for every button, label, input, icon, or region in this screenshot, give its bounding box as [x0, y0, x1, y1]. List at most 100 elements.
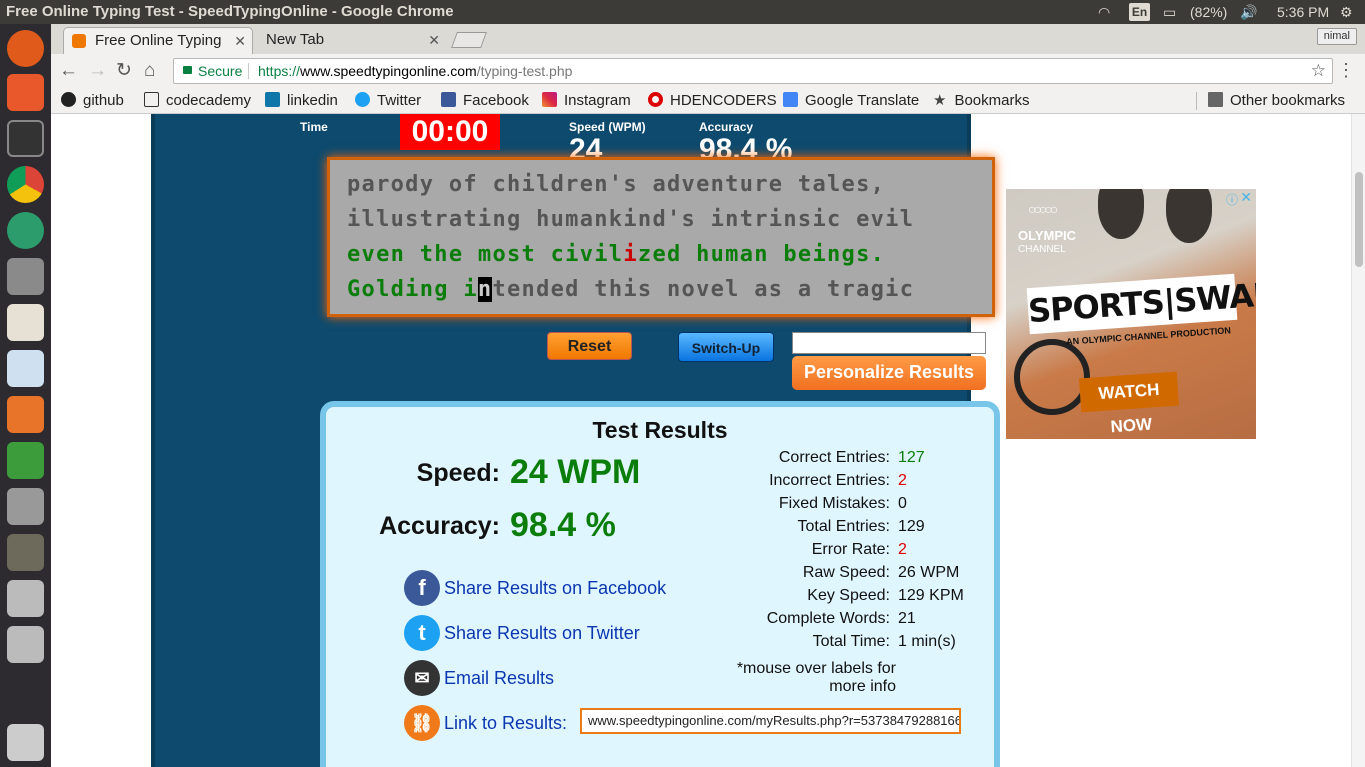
translate-icon: [783, 92, 798, 107]
error-rate-label[interactable]: Error Rate:: [690, 541, 890, 559]
lock-icon: [183, 66, 192, 74]
tab-strip: Free Online Typing ✕ New Tab ✕ nimal: [51, 24, 1365, 54]
chain-link-icon: ⛓: [404, 705, 440, 741]
bookmark-instagram[interactable]: Instagram: [542, 91, 631, 111]
tab-new-tab[interactable]: New Tab ✕: [256, 27, 446, 54]
error-rate-value: 2: [898, 541, 907, 558]
results-link-input[interactable]: www.speedtypingonline.com/myResults.php?…: [580, 708, 961, 734]
bookmark-twitter[interactable]: Twitter: [355, 91, 421, 111]
new-tab-button[interactable]: [451, 32, 487, 48]
personalize-results-button[interactable]: Personalize Results: [792, 356, 986, 390]
total-time-label[interactable]: Total Time:: [690, 633, 890, 651]
profile-button[interactable]: nimal: [1316, 28, 1357, 45]
mouseover-note: *mouse over labels for more info: [696, 660, 896, 696]
page-scrollbar[interactable]: [1351, 114, 1365, 767]
total-entries-value: 129: [898, 518, 925, 535]
bookmark-facebook[interactable]: Facebook: [441, 91, 529, 111]
back-arrow-icon[interactable]: ←: [59, 60, 78, 82]
bookmark-hdencoders[interactable]: HDENCODERS: [648, 91, 777, 111]
typed-error: i: [623, 242, 638, 267]
bookmarks-bar: github codecademy linkedin Twitter Faceb…: [51, 88, 1365, 114]
correct-entries-value: 127: [898, 449, 925, 466]
bookmark-label: Bookmarks: [954, 92, 1030, 109]
ubuntu-dash-icon[interactable]: [7, 30, 44, 67]
bookmark-linkedin[interactable]: linkedin: [265, 91, 338, 111]
forward-arrow-icon[interactable]: →: [88, 60, 107, 82]
address-bar[interactable]: Secure https://www.speedtypingonline.com…: [173, 58, 1333, 84]
keyboard-indicator[interactable]: En: [1129, 3, 1150, 21]
bookmark-label: Instagram: [564, 92, 631, 109]
os-title-bar: Free Online Typing Test - SpeedTypingOnl…: [0, 0, 1365, 24]
speed-label[interactable]: Speed:: [366, 459, 500, 488]
ad-watch-now-button[interactable]: WATCH NOW: [1078, 371, 1180, 436]
typing-text-area[interactable]: parody of children's adventure tales, il…: [327, 157, 995, 317]
complete-words-value: 21: [898, 610, 916, 627]
incorrect-entries-label[interactable]: Incorrect Entries:: [690, 472, 890, 490]
url-path: /typing-test.php: [476, 63, 573, 79]
home-icon[interactable]: ⌂: [144, 60, 155, 82]
correct-entries-label[interactable]: Correct Entries:: [690, 449, 890, 467]
trash-icon[interactable]: [7, 724, 44, 761]
switch-up-button[interactable]: Switch-Up: [678, 332, 774, 362]
speed-value: 24 WPM: [510, 453, 641, 491]
files-icon[interactable]: [7, 258, 44, 295]
software-center-icon[interactable]: [7, 396, 44, 433]
scrollbar-thumb[interactable]: [1355, 172, 1363, 267]
impress-icon[interactable]: [7, 304, 44, 341]
fixed-mistakes-value: 0: [898, 495, 907, 512]
accuracy-label[interactable]: Accuracy:: [346, 512, 500, 541]
other-bookmarks[interactable]: Other bookmarks: [1208, 91, 1345, 111]
volume-icon[interactable]: 🔊: [1240, 0, 1257, 24]
battery-icon[interactable]: ▭: [1163, 0, 1176, 24]
link-label: Share Results on Twitter: [444, 623, 640, 643]
bookmark-star-icon[interactable]: ☆: [1311, 59, 1326, 83]
key-speed-label[interactable]: Key Speed:: [690, 587, 890, 605]
tab-label: Free Online Typing: [95, 32, 222, 49]
raw-speed-value: 26 WPM: [898, 564, 960, 581]
time-value: 00:00: [400, 114, 500, 150]
bookmark-label: github: [83, 92, 124, 109]
atom-icon[interactable]: [7, 212, 44, 249]
calc-icon[interactable]: [7, 442, 44, 479]
ad-brand-name: OLYMPIC: [1018, 228, 1077, 243]
settings-gear-icon[interactable]: ⚙: [1340, 0, 1353, 24]
page-content: Time 00:00 Speed (WPM) 24 Accuracy 98.4 …: [51, 114, 1351, 767]
bookmark-bookmarks[interactable]: ★ Bookmarks: [933, 91, 1029, 111]
battery-percent[interactable]: (82%): [1190, 0, 1227, 24]
olympic-rings-icon: ○○○○○: [1028, 201, 1058, 217]
kebab-menu-icon[interactable]: ⋮: [1337, 60, 1355, 81]
fixed-mistakes-label[interactable]: Fixed Mistakes:: [690, 495, 890, 513]
total-entries-label[interactable]: Total Entries:: [690, 518, 890, 536]
url-host: www.speedtypingonline.com: [300, 63, 477, 79]
complete-words-label[interactable]: Complete Words:: [690, 610, 890, 628]
tab-typing-test[interactable]: Free Online Typing ✕: [63, 27, 253, 54]
reload-icon[interactable]: ↻: [116, 60, 132, 82]
tab-label: New Tab: [266, 31, 325, 48]
pencil-app-icon[interactable]: [7, 74, 44, 111]
ad-brand-sub: CHANNEL: [1018, 244, 1066, 255]
ad-info-icon[interactable]: ⓘ: [1226, 191, 1238, 208]
bookmark-github[interactable]: github: [61, 91, 124, 111]
bookmark-codecademy[interactable]: codecademy: [144, 91, 251, 111]
terminal-icon[interactable]: [7, 120, 44, 157]
raw-speed-label[interactable]: Raw Speed:: [690, 564, 890, 582]
bookmark-google-translate[interactable]: Google Translate: [783, 91, 923, 111]
name-input[interactable]: [792, 332, 986, 354]
gimp-icon[interactable]: [7, 534, 44, 571]
advertisement[interactable]: ⓘ ✕ ○○○○○ OLYMPIC CHANNEL SPORTS|SWAP AN …: [1006, 189, 1256, 439]
drive-icon[interactable]: [7, 626, 44, 663]
writer-icon[interactable]: [7, 350, 44, 387]
ad-close-icon[interactable]: ✕: [1240, 189, 1252, 206]
chrome-icon[interactable]: [7, 166, 44, 203]
divider: [248, 63, 249, 79]
wifi-icon[interactable]: ◠: [1098, 0, 1110, 24]
reset-button[interactable]: Reset: [547, 332, 632, 360]
total-time-value: 1 min(s): [898, 633, 956, 650]
close-tab-icon[interactable]: ✕: [234, 28, 246, 54]
drive-icon[interactable]: [7, 580, 44, 617]
clock[interactable]: 5:36 PM: [1277, 0, 1329, 24]
folder-icon: [1208, 92, 1223, 107]
system-settings-icon[interactable]: [7, 488, 44, 525]
link-label: Share Results on Facebook: [444, 578, 667, 598]
close-tab-icon[interactable]: ✕: [428, 27, 440, 53]
